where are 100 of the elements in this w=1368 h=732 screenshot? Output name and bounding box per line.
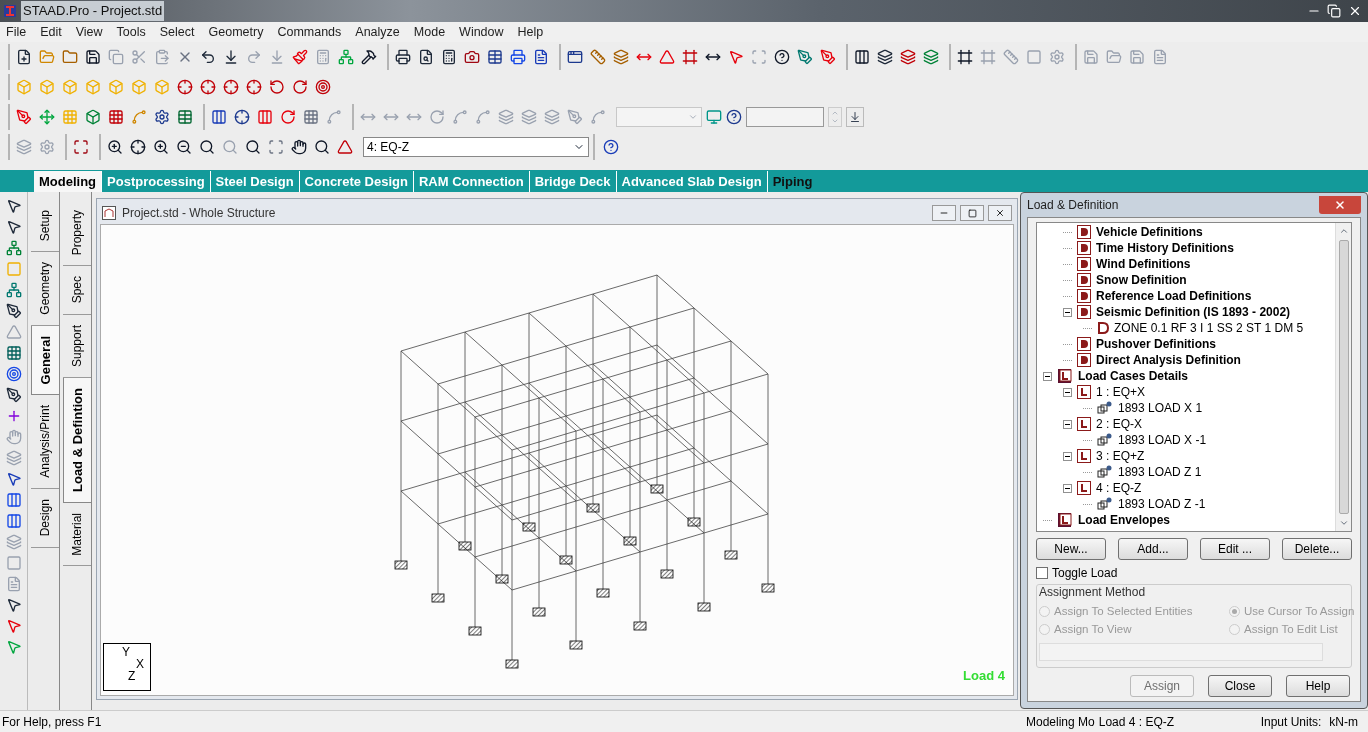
help-icon[interactable] [603, 139, 619, 155]
redo-icon[interactable] [246, 49, 262, 65]
table-icon[interactable] [177, 109, 193, 125]
move-icon[interactable] [39, 109, 55, 125]
tree-item[interactable]: Seismic Definition (IS 1893 - 2002) [1096, 303, 1291, 321]
tree-item[interactable]: 3 : EQ+Z [1096, 447, 1145, 465]
target-icon[interactable] [5, 366, 22, 382]
close-button[interactable] [988, 205, 1012, 221]
curve-icon[interactable] [475, 109, 491, 125]
model-canvas[interactable]: Y X Z Load 4 [100, 224, 1014, 696]
number-field[interactable] [746, 107, 824, 127]
layers-icon[interactable] [900, 49, 916, 65]
triangle-icon[interactable] [659, 49, 675, 65]
tree-item[interactable]: Vehicle Definitions [1096, 223, 1203, 241]
tree-item[interactable]: 1893 LOAD X -1 [1118, 431, 1207, 449]
download-button[interactable] [846, 107, 864, 127]
zoom-out-icon[interactable] [176, 139, 192, 155]
folder-icon[interactable] [39, 49, 55, 65]
network-icon[interactable] [5, 240, 22, 256]
curve-icon[interactable] [131, 109, 147, 125]
menu-item[interactable]: File [6, 22, 27, 42]
curve-icon[interactable] [590, 109, 606, 125]
tree-toggle[interactable] [1063, 451, 1072, 461]
cursor-icon[interactable] [5, 471, 22, 487]
folder-icon[interactable] [62, 49, 78, 65]
rotate-icon[interactable] [429, 109, 445, 125]
crosshair-icon[interactable] [234, 109, 250, 125]
crosshair-icon[interactable] [223, 79, 239, 95]
cursor-icon[interactable] [5, 219, 22, 235]
tree-item[interactable]: Load Cases Details [1078, 367, 1189, 385]
dialog-button[interactable]: New... [1036, 538, 1106, 560]
tree-item[interactable]: Reference Load Definitions [1096, 287, 1252, 305]
curve-icon[interactable] [326, 109, 342, 125]
restore-icon[interactable] [1326, 4, 1342, 18]
calculator-icon[interactable] [441, 49, 457, 65]
table-icon[interactable] [487, 49, 503, 65]
layers-icon[interactable] [877, 49, 893, 65]
columns-icon[interactable] [854, 49, 870, 65]
scrollbar[interactable] [1335, 223, 1351, 531]
camera-icon[interactable] [464, 49, 480, 65]
hand-icon[interactable] [291, 139, 307, 155]
fit-view-icon[interactable] [73, 139, 89, 155]
menu-item[interactable]: Analyze [355, 22, 400, 42]
tree-item[interactable]: 1 : EQ+X [1096, 383, 1146, 401]
scissors-icon[interactable] [131, 49, 147, 65]
rotate-icon[interactable] [280, 109, 296, 125]
menu-item[interactable]: Mode [413, 22, 446, 42]
network-icon[interactable] [5, 282, 22, 298]
scan-icon[interactable] [268, 139, 284, 155]
menu-item[interactable]: Help [517, 22, 544, 42]
triangle-icon[interactable] [5, 324, 22, 340]
menu-item[interactable]: Tools [116, 22, 146, 42]
columns-icon[interactable] [211, 109, 227, 125]
brush-icon[interactable] [292, 49, 308, 65]
curve-icon[interactable] [452, 109, 468, 125]
mode-tab[interactable]: Piping [766, 171, 818, 192]
printer-icon[interactable] [510, 49, 526, 65]
page-magnifier-icon[interactable] [418, 49, 434, 65]
dialog-button[interactable]: Close [1208, 675, 1272, 697]
rotate-icon[interactable] [269, 79, 285, 95]
network-icon[interactable] [338, 49, 354, 65]
tree-item[interactable]: 1893 LOAD Z -1 [1118, 495, 1206, 513]
cube-icon[interactable] [85, 109, 101, 125]
tree-item[interactable]: Direct Analysis Definition [1096, 351, 1241, 369]
dialog-button[interactable]: Delete... [1282, 538, 1352, 560]
side-tab[interactable]: General [31, 326, 59, 396]
ruler-icon[interactable] [590, 49, 606, 65]
help-window-icon[interactable] [726, 109, 742, 125]
pen-icon[interactable] [5, 387, 22, 403]
search-icon[interactable] [314, 139, 330, 155]
tree-item[interactable]: 4 : EQ-Z [1096, 479, 1142, 497]
menu-item[interactable]: Select [159, 22, 195, 42]
pen-icon[interactable] [5, 303, 22, 319]
dialog-button[interactable]: Edit ... [1200, 538, 1270, 560]
tree-toggle[interactable] [1063, 307, 1072, 317]
copy-icon[interactable] [108, 49, 124, 65]
grid-icon[interactable] [303, 109, 319, 125]
tree-toggle[interactable] [1043, 371, 1052, 381]
tree-item[interactable]: 1893 LOAD X 1 [1118, 399, 1203, 417]
tree-item[interactable]: Load Envelopes [1078, 511, 1171, 529]
zoom-in-icon[interactable] [153, 139, 169, 155]
down-arrow-icon[interactable] [223, 49, 239, 65]
tree-item[interactable]: Time History Definitions [1096, 239, 1234, 257]
printer-icon[interactable] [395, 49, 411, 65]
menu-item[interactable]: Window [459, 22, 504, 42]
mode-tab[interactable]: Modeling [34, 171, 102, 192]
folder-icon[interactable] [1106, 49, 1122, 65]
cursor-icon[interactable] [5, 198, 22, 214]
menu-item[interactable]: Geometry [208, 22, 264, 42]
crosshair-icon[interactable] [200, 79, 216, 95]
help-icon[interactable] [774, 49, 790, 65]
checkbox[interactable] [1036, 567, 1048, 579]
dialog-button[interactable]: Add... [1118, 538, 1188, 560]
target-icon[interactable] [315, 79, 331, 95]
hammer-icon[interactable] [361, 49, 377, 65]
crosshair-icon[interactable] [177, 79, 193, 95]
cone-icon[interactable] [337, 139, 353, 155]
undo-icon[interactable] [200, 49, 216, 65]
gear-icon[interactable] [154, 109, 170, 125]
menu-item[interactable]: Commands [277, 22, 342, 42]
